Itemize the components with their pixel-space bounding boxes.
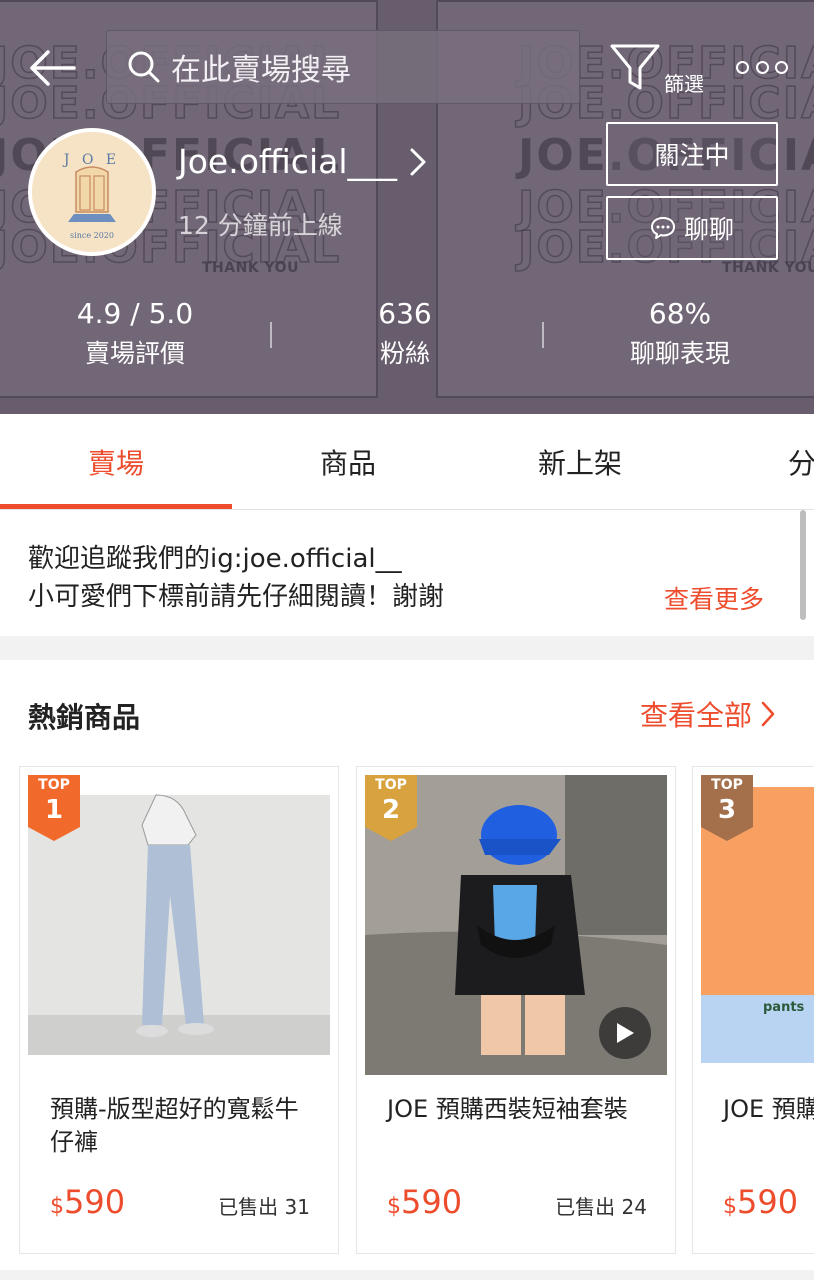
rank-badge: TOP 1 bbox=[28, 775, 80, 841]
badge-rank: 1 bbox=[44, 795, 64, 825]
product-title: JOE 預購西裝短袖套裝 bbox=[387, 1095, 628, 1123]
search-placeholder: 在此賣場搜尋 bbox=[171, 53, 351, 88]
rank-badge: TOP 2 bbox=[365, 775, 417, 841]
price-currency: $ bbox=[723, 1194, 737, 1219]
tab-products[interactable]: 商品 bbox=[232, 414, 464, 509]
price-currency: $ bbox=[50, 1194, 64, 1219]
shop-header: JOE.OFFICIAL JOE.OFFICIAL JOE.OFFICIAL J… bbox=[0, 0, 814, 414]
filter-icon bbox=[610, 44, 660, 90]
stat-label: 賣場評價 bbox=[84, 339, 185, 368]
dot-icon bbox=[775, 60, 788, 74]
announcement-line: 歡迎追蹤我們的ig:joe.official__ bbox=[28, 544, 402, 574]
badge-rank: 2 bbox=[381, 795, 401, 825]
product-card[interactable]: TOP 2 JOE 預購西裝短袖套裝 $590 已售出 24 bbox=[356, 766, 676, 1254]
announcement-line: 小可愛們下標前請先仔細閱讀！謝謝 bbox=[28, 582, 445, 612]
price-value: 590 bbox=[401, 1183, 463, 1221]
product-card[interactable]: TOP 3 pants JOE 預購 $590 bbox=[692, 766, 814, 1254]
shop-search-input[interactable]: 在此賣場搜尋 bbox=[106, 30, 580, 104]
avatar-letters: J O E bbox=[62, 152, 120, 168]
sold-count: 已售出 24 bbox=[555, 1195, 647, 1219]
badge-top-label: TOP bbox=[711, 777, 743, 793]
stat-label: 聊聊表現 bbox=[629, 339, 730, 368]
stat-value: 636 bbox=[378, 297, 432, 330]
product-title: 預購-版型超好的寬鬆牛仔褲 bbox=[50, 1095, 299, 1156]
dot-icon bbox=[736, 60, 749, 74]
shop-name-link[interactable]: Joe.official___ bbox=[178, 142, 427, 181]
badge-top-label: TOP bbox=[375, 777, 407, 793]
more-options-button[interactable] bbox=[736, 52, 788, 82]
stat-value: 68% bbox=[648, 297, 712, 330]
badge-top-label: TOP bbox=[38, 777, 70, 793]
stat-followers[interactable]: 636 粉絲 bbox=[330, 294, 480, 374]
tab-active-indicator bbox=[0, 504, 232, 509]
scrollbar[interactable] bbox=[800, 510, 806, 620]
shop-stats: 4.9 / 5.0 賣場評價 636 粉絲 68% 聊聊表現 bbox=[0, 294, 814, 384]
dot-icon bbox=[755, 60, 769, 74]
tab-shop[interactable]: 賣場 bbox=[0, 414, 232, 509]
view-all-label: 查看全部 bbox=[640, 699, 753, 732]
stat-chat-performance[interactable]: 68% 聊聊表現 bbox=[580, 294, 780, 374]
shop-tabs: 賣場 商品 新上架 分 bbox=[0, 414, 814, 510]
product-title: JOE 預購 bbox=[723, 1095, 814, 1123]
chevron-right-icon bbox=[410, 148, 426, 175]
hot-products-section: 熱銷商品 查看全部 TOP 1 預購-版型超好的寬鬆牛仔褲 $590 已售出 3… bbox=[0, 660, 814, 1270]
back-button[interactable] bbox=[26, 44, 78, 92]
price-value: 590 bbox=[737, 1183, 799, 1221]
chat-bubble-icon bbox=[650, 217, 675, 239]
online-status: 12 分鐘前上線 bbox=[178, 211, 343, 240]
search-icon bbox=[128, 51, 160, 83]
play-icon bbox=[617, 1023, 634, 1043]
stat-divider bbox=[270, 322, 272, 348]
stat-rating[interactable]: 4.9 / 5.0 賣場評價 bbox=[40, 294, 230, 374]
chat-label: 聊聊 bbox=[683, 215, 734, 244]
price-value: 590 bbox=[64, 1183, 126, 1221]
sold-count: 已售出 31 bbox=[218, 1195, 310, 1219]
tab-categories[interactable]: 分 bbox=[696, 414, 814, 509]
product-price: $590 bbox=[387, 1183, 462, 1221]
shop-name: Joe.official___ bbox=[178, 142, 398, 181]
follow-button[interactable]: 關注中 bbox=[606, 122, 778, 186]
badge-rank: 3 bbox=[717, 795, 737, 825]
stat-divider bbox=[542, 322, 544, 348]
follow-label: 關注中 bbox=[654, 141, 730, 170]
filter-button[interactable]: 篩選 bbox=[608, 40, 718, 100]
shop-logo-image: J O E since 2020 bbox=[32, 132, 152, 252]
section-title: 熱銷商品 bbox=[28, 701, 141, 734]
product-price: $590 bbox=[50, 1183, 125, 1221]
chevron-right-icon bbox=[761, 701, 775, 727]
shop-avatar[interactable]: J O E since 2020 bbox=[28, 128, 156, 256]
arrow-left-icon bbox=[30, 50, 76, 86]
shop-announcement: 歡迎追蹤我們的ig:joe.official__ 小可愛們下標前請先仔細閱讀！謝… bbox=[0, 510, 814, 636]
filter-label: 篩選 bbox=[664, 72, 704, 96]
image-caption: pants bbox=[763, 1000, 805, 1015]
chat-button[interactable]: 聊聊 bbox=[606, 196, 778, 260]
tab-new-arrivals[interactable]: 新上架 bbox=[464, 414, 696, 509]
view-all-link[interactable]: 查看全部 bbox=[640, 694, 776, 734]
rank-badge: TOP 3 bbox=[701, 775, 753, 841]
product-price: $590 bbox=[723, 1183, 798, 1221]
product-card[interactable]: TOP 1 預購-版型超好的寬鬆牛仔褲 $590 已售出 31 bbox=[19, 766, 339, 1254]
stat-label: 粉絲 bbox=[379, 339, 430, 368]
price-currency: $ bbox=[387, 1194, 401, 1219]
see-more-link[interactable]: 查看更多 bbox=[664, 580, 764, 616]
stat-value: 4.9 / 5.0 bbox=[76, 297, 194, 330]
avatar-since: since 2020 bbox=[70, 231, 114, 240]
video-play-button[interactable] bbox=[599, 1007, 651, 1059]
